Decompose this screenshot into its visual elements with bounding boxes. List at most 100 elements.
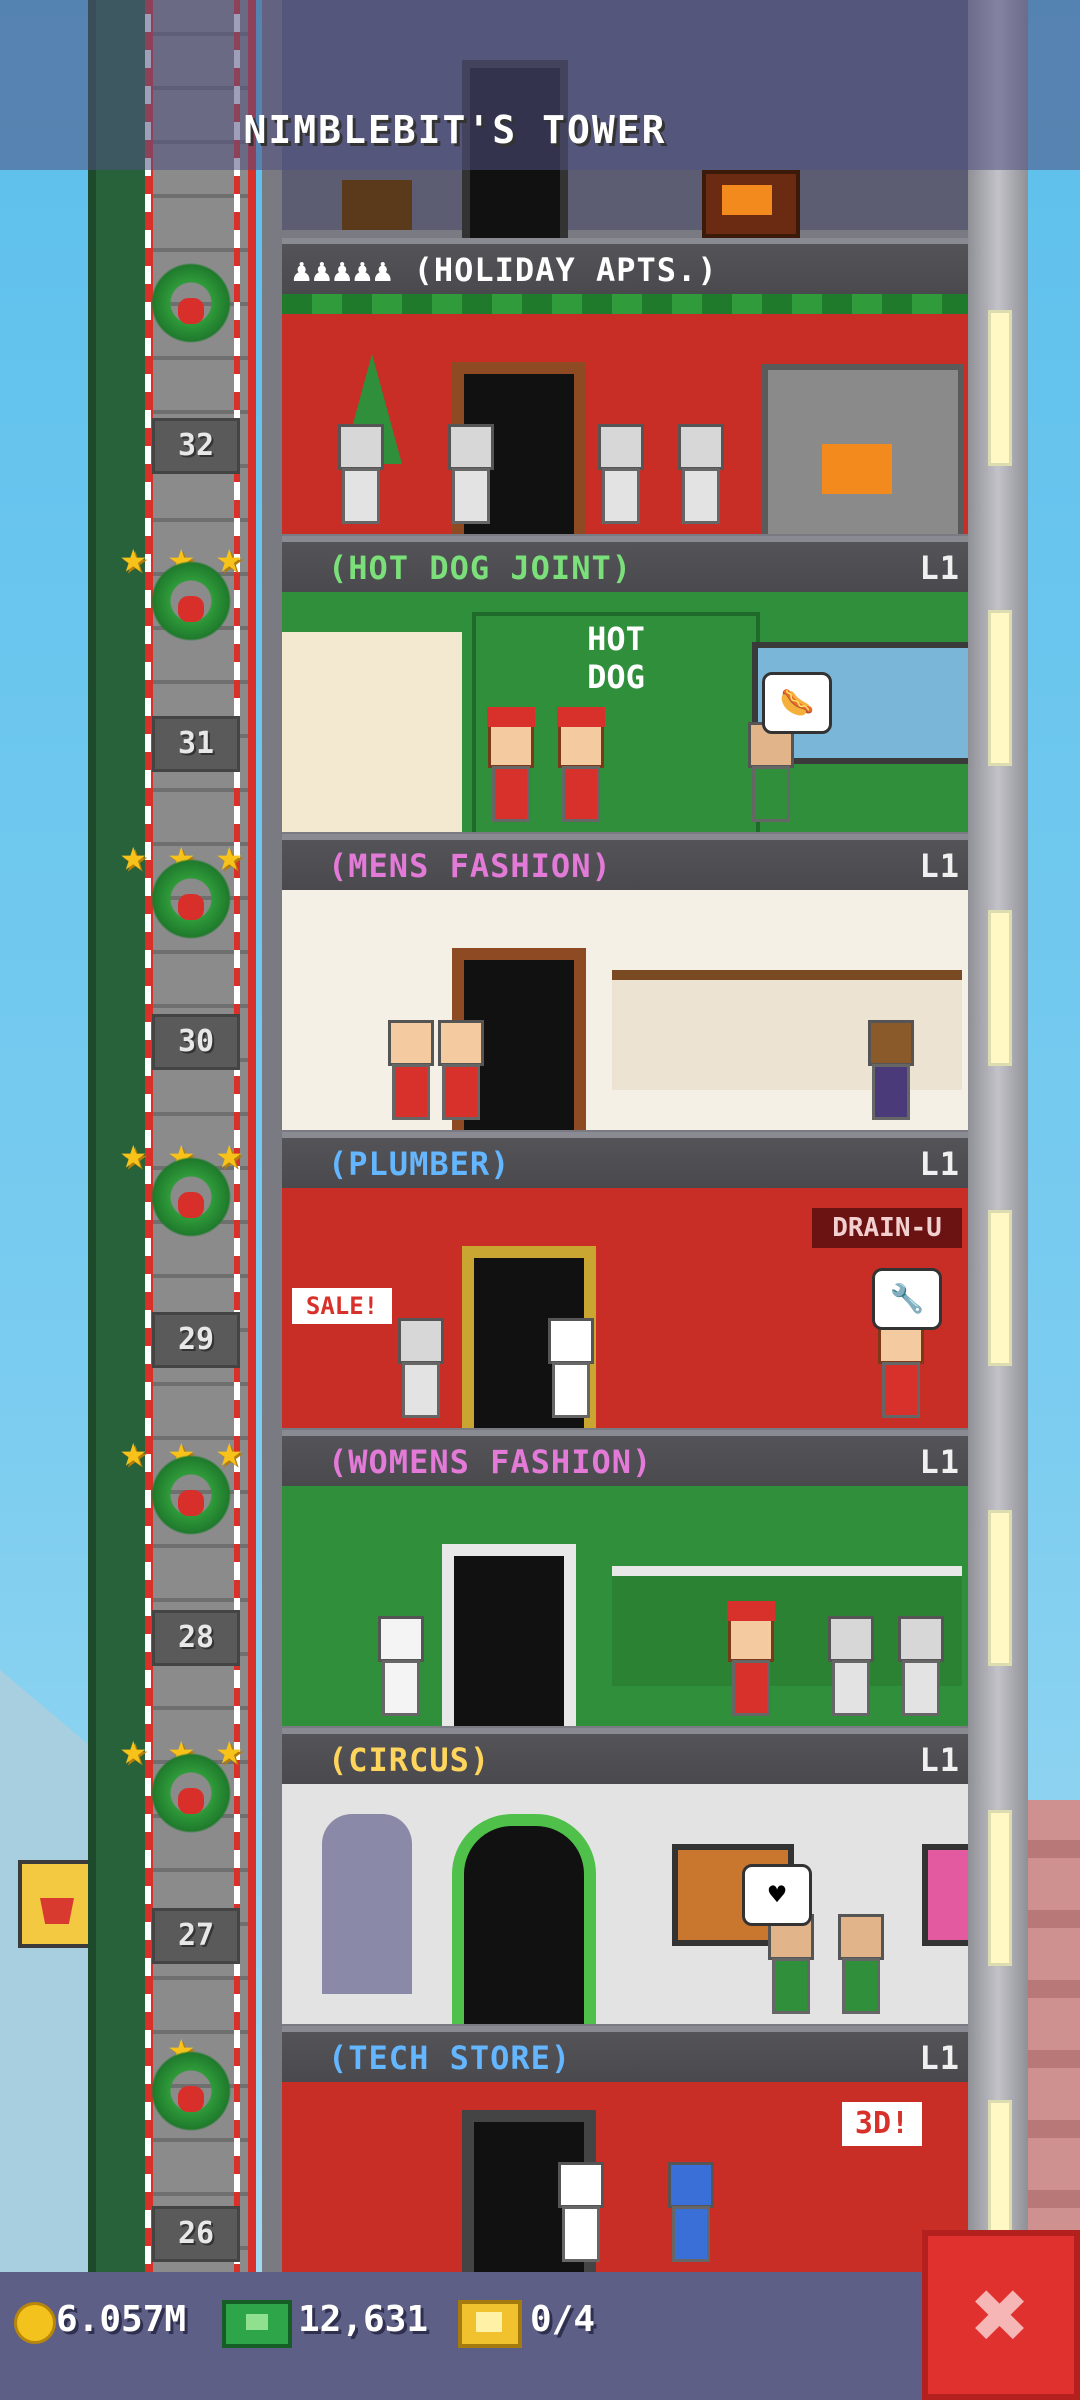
floor-level: L1 [919,1741,960,1779]
elevator-floor-number[interactable]: 28 [152,1610,240,1666]
cash-icon [222,2300,292,2348]
tower-window [988,310,1012,466]
star-icon: ★ [120,830,147,881]
bitizen-santa[interactable] [552,707,605,822]
wreath-icon [150,262,232,344]
floor-label-plumber[interactable]: (PLUMBER) L1 [282,1132,968,1188]
cash-value[interactable]: 12,631 [298,2296,428,2344]
bitizen-elf[interactable] [832,1914,884,2014]
bitizen-robot[interactable] [392,1318,444,1418]
bitizen-ghost[interactable] [372,1616,424,1716]
clown-poster [922,1844,968,1946]
floor-label-hot-dog-joint[interactable]: (HOT DOG JOINT) L1 [282,536,968,592]
elevator-floor-number[interactable]: 29 [152,1312,240,1368]
star-icon: ★ [120,532,147,583]
bitizen-robot[interactable] [442,424,494,524]
heart-request-bubble[interactable]: ♥ [742,1864,812,1926]
floor-room-mens-fashion[interactable] [282,890,968,1130]
floor-level: L1 [919,549,960,587]
bitizen-robot[interactable] [592,424,644,524]
tower-window [988,610,1012,766]
floor-level: L1 [919,2039,960,2077]
tower-title[interactable]: NIMBLEBIT'S TOWER [0,108,1080,152]
close-button[interactable]: ✖ [922,2230,1080,2400]
floor-room-circus[interactable]: ♥ [282,1784,968,2024]
floor-level: L1 [919,1145,960,1183]
tower-window [988,1210,1012,1366]
bitizen-santa[interactable] [722,1601,775,1716]
bitizen-pirate[interactable] [382,1020,434,1120]
background-building-left [0,1750,95,2310]
bitizen-elf[interactable] [742,722,794,822]
floor-room-holiday-apts[interactable] [282,294,968,534]
floor-room-tech-store[interactable]: 3D! [282,2082,968,2272]
bitizen-robot[interactable] [332,424,384,524]
floor-label-tech-store[interactable]: (TECH STORE) L1 [282,2026,968,2082]
wreath-icon [150,560,232,642]
bitizen-robot[interactable] [822,1616,874,1716]
bitizen-snowman[interactable] [552,2162,604,2262]
tower-window [988,1510,1012,1666]
wreath-icon [150,1752,232,1834]
elephant-statue [322,1814,412,1994]
floor-room-hot-dog-joint[interactable]: HOT DOG 🌭 [282,592,968,832]
sale-sign: SALE! [292,1288,392,1324]
coins-value[interactable]: 6.057M [56,2296,186,2344]
coin-icon [14,2302,56,2344]
floor-name: (MENS FASHION) [328,847,612,885]
bitizen-robot[interactable] [892,1616,944,1716]
3d-sign: 3D! [842,2102,922,2146]
star-icon: ★ [216,830,243,881]
bitizen-elf[interactable] [762,1914,814,2014]
floor-room-womens-fashion[interactable] [282,1486,968,1726]
star-icon: ★ [120,1128,147,1179]
bitizen-snowman[interactable] [542,1318,594,1418]
bitizen-bear[interactable] [862,1020,914,1120]
wreath-icon [150,1156,232,1238]
wreath-icon [150,1454,232,1536]
star-icon: ★ [216,532,243,583]
elevator-floor-number[interactable]: 26 [152,2206,240,2262]
circus-door [452,1814,596,2024]
floor-name: (PLUMBER) [328,1145,511,1183]
elevator-floor-number[interactable]: 32 [152,418,240,474]
floor-name: ♟♟♟♟♟ (HOLIDAY APTS.) [292,251,718,289]
fire [822,444,892,494]
floor-level: L1 [919,847,960,885]
wreath-icon [150,2050,232,2132]
bitizen-robot[interactable] [672,424,724,524]
star-icon: ★ [216,1128,243,1179]
floor-name: (WOMENS FASHION) [328,1443,653,1481]
star-icon: ★ [216,1724,243,1775]
floor-name: (TECH STORE) [328,2039,572,2077]
elevator-floor-number[interactable]: 27 [152,1908,240,1964]
floor-label-circus[interactable]: (CIRCUS) L1 [282,1728,968,1784]
wreath-icon [150,858,232,940]
floor-label-womens-fashion[interactable]: (WOMENS FASHION) L1 [282,1430,968,1486]
elevator-floor-number[interactable]: 30 [152,1014,240,1070]
bitizen-blue[interactable] [662,2162,714,2262]
elevator-floor-number[interactable]: 31 [152,716,240,772]
floor-level: L1 [919,1443,960,1481]
star-icon: ★ [120,1426,147,1477]
fries-billboard [18,1860,96,1948]
tool-request-bubble[interactable]: 🔧 [872,1268,942,1330]
star-icon: ★ [120,1724,147,1775]
floor-label-holiday-apts[interactable]: ♟♟♟♟♟ (HOLIDAY APTS.) [282,238,968,294]
floor-label-mens-fashion[interactable]: (MENS FASHION) L1 [282,834,968,890]
bitizen-santa[interactable] [482,707,535,822]
bux-ticket-icon [458,2300,522,2348]
tower-window [988,2100,1012,2246]
tower-window [988,910,1012,1066]
bitizen-santa[interactable] [872,1303,925,1418]
bitizen-pirate[interactable] [432,1020,484,1120]
bux-value[interactable]: 0/4 [530,2296,595,2344]
floor-room-plumber[interactable]: SALE! DRAIN-U 🔧 [282,1188,968,1428]
close-icon: ✖ [972,2259,1030,2371]
floor-name: (CIRCUS) [328,1741,491,1779]
drain-u-sign: DRAIN-U [812,1208,962,1248]
shop-door [442,1544,576,1726]
star-icon: ★ [216,1426,243,1477]
floor-name: (HOT DOG JOINT) [328,549,632,587]
hotdog-request-bubble[interactable]: 🌭 [762,672,832,734]
